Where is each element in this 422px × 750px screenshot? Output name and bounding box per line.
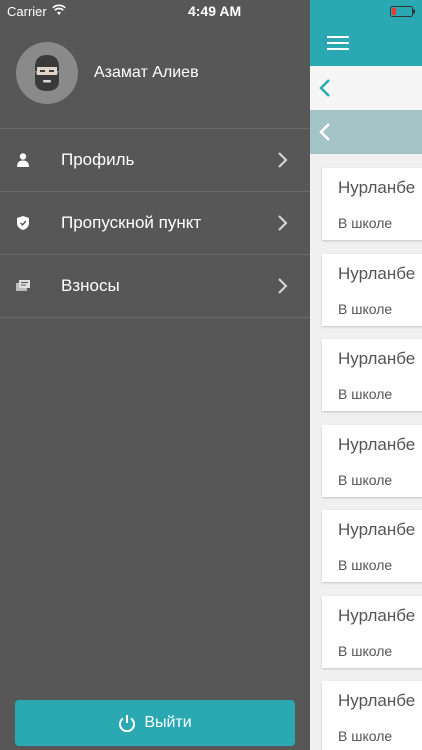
list-item[interactable]: Нурланбе В школе <box>322 595 422 668</box>
nav-bar <box>310 0 422 66</box>
chevron-right-icon <box>278 278 288 294</box>
student-name: Нурланбе <box>338 434 416 454</box>
main-panel[interactable]: Нурланбе В школе Нурланбе В школе Нурлан… <box>310 0 422 750</box>
student-name: Нурланбе <box>338 520 416 539</box>
list-item[interactable]: Нурланбе В школе <box>322 424 422 497</box>
chevron-left-icon[interactable] <box>318 78 332 98</box>
side-drawer: Carrier 4:49 AM Азамат Алиев Профиль Про… <box>0 0 310 750</box>
status-bar: Carrier 4:49 AM <box>0 0 310 22</box>
menu-item-label: Взносы <box>61 276 120 295</box>
user-name: Азамат Алиев <box>94 64 199 81</box>
list-item[interactable]: Нурланбе В школе <box>322 681 422 750</box>
student-status: В школе <box>338 471 393 488</box>
student-name: Нурланбе <box>338 605 416 625</box>
clock: 4:49 AM <box>188 3 242 19</box>
menu-item-label: Профиль <box>61 150 135 169</box>
student-status: В школе <box>338 386 393 402</box>
shield-icon <box>16 216 30 230</box>
list-item[interactable]: Нурланбе В школе <box>322 253 422 326</box>
drawer-menu: Профиль Пропускной пункт Взносы <box>0 128 310 318</box>
wifi-icon <box>52 4 66 15</box>
menu-item-profile[interactable]: Профиль <box>0 129 310 192</box>
secondary-back-bar[interactable] <box>310 110 422 154</box>
hamburger-menu-icon[interactable] <box>327 35 349 51</box>
menu-item-checkpoint[interactable]: Пропускной пункт <box>0 192 310 255</box>
student-status: В школе <box>338 557 393 573</box>
student-status: В школе <box>338 642 393 659</box>
bearded-man-icon <box>35 55 59 91</box>
profile-header[interactable]: Азамат Алиев <box>16 42 199 104</box>
student-name: Нурланбе <box>338 178 416 197</box>
chevron-right-icon <box>278 215 288 231</box>
battery-icon <box>390 6 415 17</box>
student-status: В школе <box>338 215 393 231</box>
list-item[interactable]: Нурланбе В школе <box>322 168 422 240</box>
chevron-left-icon[interactable] <box>318 122 332 142</box>
student-name: Нурланбе <box>338 263 416 283</box>
carrier-label: Carrier <box>7 4 47 19</box>
list-item[interactable]: Нурланбе В школе <box>322 510 422 582</box>
person-icon <box>16 153 30 167</box>
power-icon <box>119 715 136 732</box>
menu-item-payments[interactable]: Взносы <box>0 255 310 318</box>
payments-icon <box>16 279 30 293</box>
menu-item-label: Пропускной пункт <box>61 213 202 232</box>
student-name: Нурланбе <box>338 691 416 710</box>
student-status: В школе <box>338 300 393 317</box>
student-status: В школе <box>338 728 393 744</box>
avatar[interactable] <box>16 42 78 104</box>
student-list: Нурланбе В школе Нурланбе В школе Нурлан… <box>322 168 422 750</box>
student-name: Нурланбе <box>338 349 416 368</box>
logout-button[interactable]: Выйти <box>15 700 295 746</box>
list-item[interactable]: Нурланбе В школе <box>322 339 422 411</box>
back-bar[interactable] <box>310 66 422 110</box>
logout-label: Выйти <box>144 714 192 731</box>
chevron-right-icon <box>278 152 288 168</box>
